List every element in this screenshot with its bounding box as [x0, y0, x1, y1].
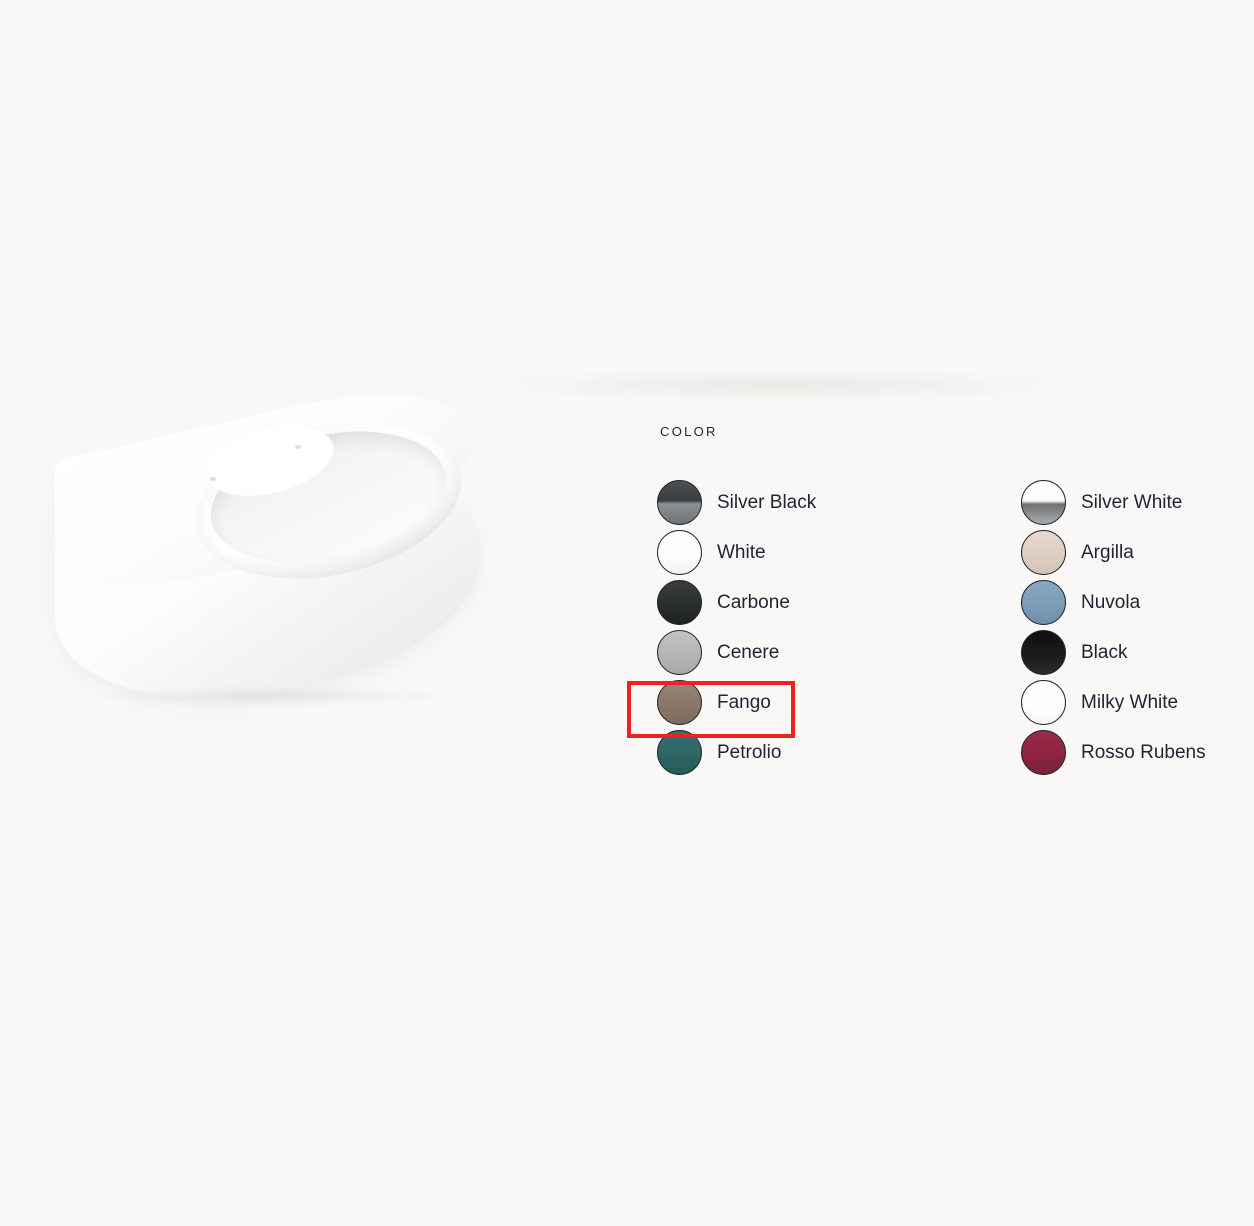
color-option-label: Cenere — [717, 641, 780, 663]
color-option-label: Milky White — [1081, 691, 1179, 713]
color-option-label: Rosso Rubens — [1081, 741, 1206, 763]
color-option-label: Argilla — [1081, 541, 1134, 563]
color-option-silver-black[interactable]: Silver Black — [657, 477, 1021, 527]
color-option-white[interactable]: White — [657, 527, 1021, 577]
swatch-dot-silver-black[interactable] — [657, 479, 702, 525]
swatch-dot-cenere[interactable] — [657, 629, 702, 675]
color-option-label: Silver White — [1081, 491, 1183, 513]
color-option-rosso-rubens[interactable]: Rosso Rubens — [1021, 727, 1237, 777]
product-reflection — [500, 370, 1060, 400]
color-column-right: Silver White Argilla Nuvola Black Milky … — [1021, 477, 1237, 777]
swatch-dot-petrolio[interactable] — [657, 729, 702, 775]
swatch-dot-carbone[interactable] — [657, 579, 702, 625]
color-swatch-columns: Silver Black White Carbone Cenere Fango — [657, 477, 1237, 777]
color-option-silver-white[interactable]: Silver White — [1021, 477, 1237, 527]
mounting-hole-icon — [210, 477, 216, 481]
color-option-milky-white[interactable]: Milky White — [1021, 677, 1237, 727]
color-selector: COLOR Silver Black White Carbone Cenere — [657, 424, 1237, 777]
product-shadow — [85, 687, 465, 705]
color-option-label: Carbone — [717, 591, 790, 613]
swatch-dot-black[interactable] — [1021, 629, 1066, 675]
swatch-dot-argilla[interactable] — [1021, 529, 1066, 575]
swatch-dot-silver-white[interactable] — [1021, 479, 1066, 525]
swatch-dot-white[interactable] — [657, 529, 702, 575]
color-option-fango[interactable]: Fango — [657, 677, 1021, 727]
swatch-dot-milky-white[interactable] — [1021, 679, 1066, 725]
color-option-nuvola[interactable]: Nuvola — [1021, 577, 1237, 627]
color-option-label: Petrolio — [717, 741, 782, 763]
color-column-left: Silver Black White Carbone Cenere Fango — [657, 477, 1021, 777]
mounting-hole-icon — [295, 445, 301, 449]
color-option-black[interactable]: Black — [1021, 627, 1237, 677]
color-option-label: Nuvola — [1081, 591, 1141, 613]
color-option-label: Fango — [717, 691, 771, 713]
color-section-title: COLOR — [660, 424, 718, 439]
swatch-dot-rosso-rubens[interactable] — [1021, 729, 1066, 775]
product-image — [0, 330, 1060, 750]
color-option-label: White — [717, 541, 766, 563]
swatch-dot-nuvola[interactable] — [1021, 579, 1066, 625]
color-option-cenere[interactable]: Cenere — [657, 627, 1021, 677]
color-option-petrolio[interactable]: Petrolio — [657, 727, 1021, 777]
swatch-dot-fango[interactable] — [657, 679, 702, 725]
color-option-carbone[interactable]: Carbone — [657, 577, 1021, 627]
wall-hung-toilet-illustration — [55, 364, 495, 718]
color-option-label: Black — [1081, 641, 1128, 663]
color-option-argilla[interactable]: Argilla — [1021, 527, 1237, 577]
color-option-label: Silver Black — [717, 491, 817, 513]
